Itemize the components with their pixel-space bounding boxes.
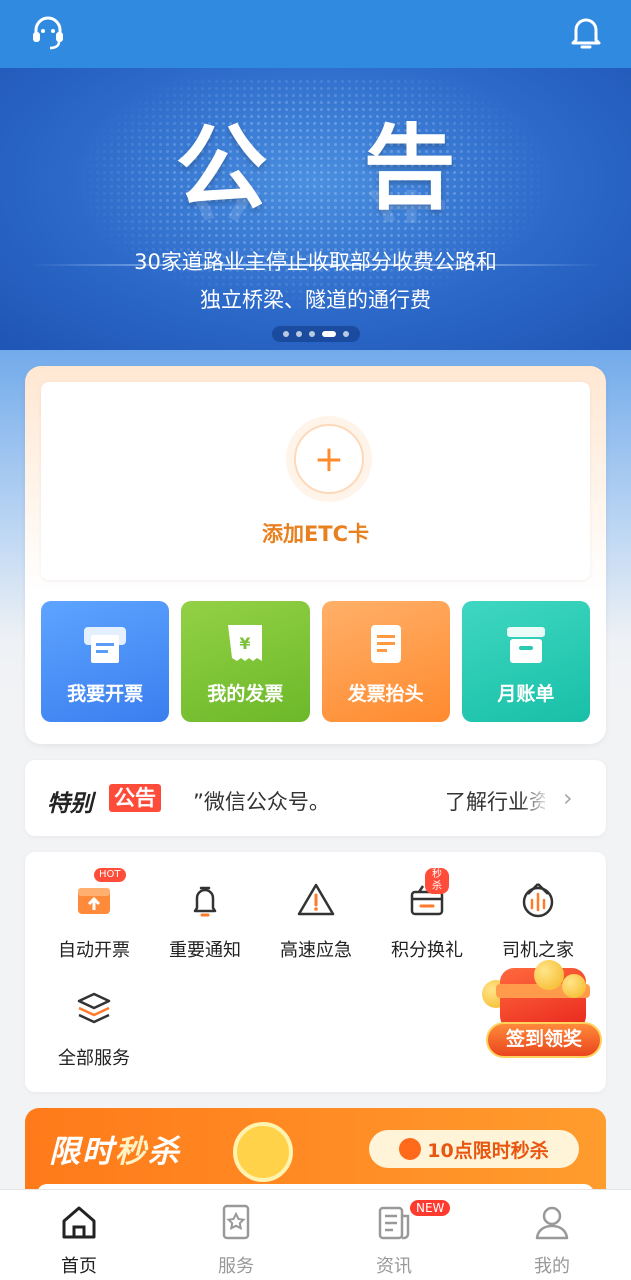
tile-invoice-title[interactable]: 发票抬头 <box>321 601 450 722</box>
service-label: 司机之家 <box>502 940 574 961</box>
bookmark-star-icon <box>216 1202 256 1242</box>
banner-line-1: 30家道路业主停止收取部分收费公路和 <box>134 250 497 274</box>
flash-title-part: 秒 <box>115 1134 148 1170</box>
user-icon <box>532 1202 572 1242</box>
add-etc-card-area[interactable]: + 添加ETC卡 <box>41 382 590 580</box>
announcement-banner[interactable]: 公告 公告 30家道路业主停止收取部分收费公路和 独立桥梁、隧道的通行费 <box>0 68 631 350</box>
tab-label: 资讯 <box>376 1256 412 1277</box>
add-etc-button[interactable]: + <box>286 416 372 502</box>
tile-label: 我要开票 <box>67 683 144 705</box>
service-important-notice[interactable]: 重要通知 <box>149 878 261 962</box>
service-label: 高速应急 <box>280 940 352 961</box>
notice-text-a: ”微信公众号。 <box>193 790 330 814</box>
service-points-gift[interactable]: 秒杀 积分换礼 <box>371 868 483 962</box>
tab-services[interactable]: 服务 <box>186 1202 286 1278</box>
service-auto-invoice[interactable]: HOT 自动开票 <box>38 868 150 962</box>
special-notice-bar[interactable]: 特别 公告 ”微信公众号。 了解行业资 › <box>25 760 606 836</box>
hot-badge: HOT <box>94 868 126 882</box>
service-all[interactable]: 全部服务 <box>38 986 150 1070</box>
warning-icon <box>294 878 338 922</box>
coin-decoration <box>562 974 586 998</box>
tile-monthly-bill[interactable]: 月账单 <box>461 601 590 722</box>
notice-marquee: ”微信公众号。 了解行业资 <box>193 786 545 816</box>
flash-sale-time-label: 10点限时秒杀 <box>427 1139 549 1162</box>
service-highway-emergency[interactable]: 高速应急 <box>260 878 372 962</box>
bell-outline-icon <box>183 878 227 922</box>
coin-decoration <box>534 960 564 990</box>
service-label: 自动开票 <box>58 940 130 961</box>
home-icon <box>59 1202 99 1242</box>
tile-label: 发票抬头 <box>347 683 424 705</box>
notice-tag-announcement: 公告 <box>109 784 161 812</box>
pager-dot[interactable] <box>283 331 289 337</box>
tile-my-invoices[interactable]: ¥ 我的发票 <box>181 601 310 722</box>
new-badge: NEW <box>410 1200 451 1216</box>
plus-icon: + <box>294 424 364 494</box>
document-icon <box>361 621 411 667</box>
notice-fade <box>520 780 550 820</box>
headset-icon[interactable] <box>26 10 70 54</box>
etc-card-panel: + 添加ETC卡 我要开票 ¥ 我的发票 发票抬头 月账单 <box>25 366 606 744</box>
tab-news[interactable]: NEW 资讯 <box>344 1200 451 1278</box>
tile-label: 我的发票 <box>207 683 284 705</box>
tile-issue-invoice[interactable]: 我要开票 <box>41 601 170 722</box>
tab-mine[interactable]: 我的 <box>502 1202 602 1278</box>
invoice-tiles: 我要开票 ¥ 我的发票 发票抬头 月账单 <box>41 601 590 722</box>
signin-label: 签到领奖 <box>486 1022 602 1058</box>
layers-icon <box>72 986 116 1030</box>
pager-dot[interactable] <box>296 331 302 337</box>
bell-icon[interactable] <box>564 10 608 54</box>
signin-reward-button[interactable]: 签到领奖 <box>478 960 618 1066</box>
pager-dot-active[interactable] <box>322 331 336 337</box>
svg-text:¥: ¥ <box>240 634 251 653</box>
alarm-clock-icon <box>233 1122 293 1182</box>
flash-title-part: 杀 <box>148 1134 181 1170</box>
top-bar <box>0 0 631 68</box>
notice-tag-special: 特别 <box>47 791 93 817</box>
basket-icon: 秒杀 <box>405 868 449 922</box>
banner-line-2: 独立桥梁、隧道的通行费 <box>200 288 431 312</box>
pager-dot[interactable] <box>309 331 315 337</box>
tab-label: 我的 <box>534 1256 570 1277</box>
clock-icon <box>399 1138 422 1160</box>
auto-invoice-icon: HOT <box>72 868 126 922</box>
tab-label: 首页 <box>61 1256 97 1277</box>
tab-home[interactable]: 首页 <box>29 1202 129 1278</box>
service-driver-home[interactable]: 司机之家 <box>482 878 594 962</box>
flash-sale-badge: 秒杀 <box>425 868 449 894</box>
add-etc-label: 添加ETC卡 <box>261 522 370 546</box>
pager-dot[interactable] <box>343 331 349 337</box>
service-label: 全部服务 <box>58 1048 130 1069</box>
chevron-right-icon[interactable]: › <box>563 784 573 812</box>
flash-title-part: 限时 <box>49 1134 115 1170</box>
flash-sale-title: 限时秒杀 <box>49 1126 181 1171</box>
tile-label: 月账单 <box>497 683 555 705</box>
driver-home-icon <box>516 878 560 922</box>
service-label: 积分换礼 <box>391 940 463 961</box>
flash-sale-time-pill[interactable]: 10点限时秒杀 <box>369 1130 579 1168</box>
inbox-icon <box>501 621 551 667</box>
banner-title-reflection: 公告 <box>0 190 631 250</box>
bottom-tab-bar: 首页 服务 NEW 资讯 我的 <box>0 1189 631 1280</box>
receipt-yen-icon: ¥ <box>220 621 270 667</box>
banner-pager[interactable] <box>272 326 360 342</box>
service-label: 重要通知 <box>169 940 241 961</box>
news-icon <box>374 1202 414 1242</box>
tab-label: 服务 <box>218 1256 254 1277</box>
invoice-print-icon <box>80 621 130 667</box>
